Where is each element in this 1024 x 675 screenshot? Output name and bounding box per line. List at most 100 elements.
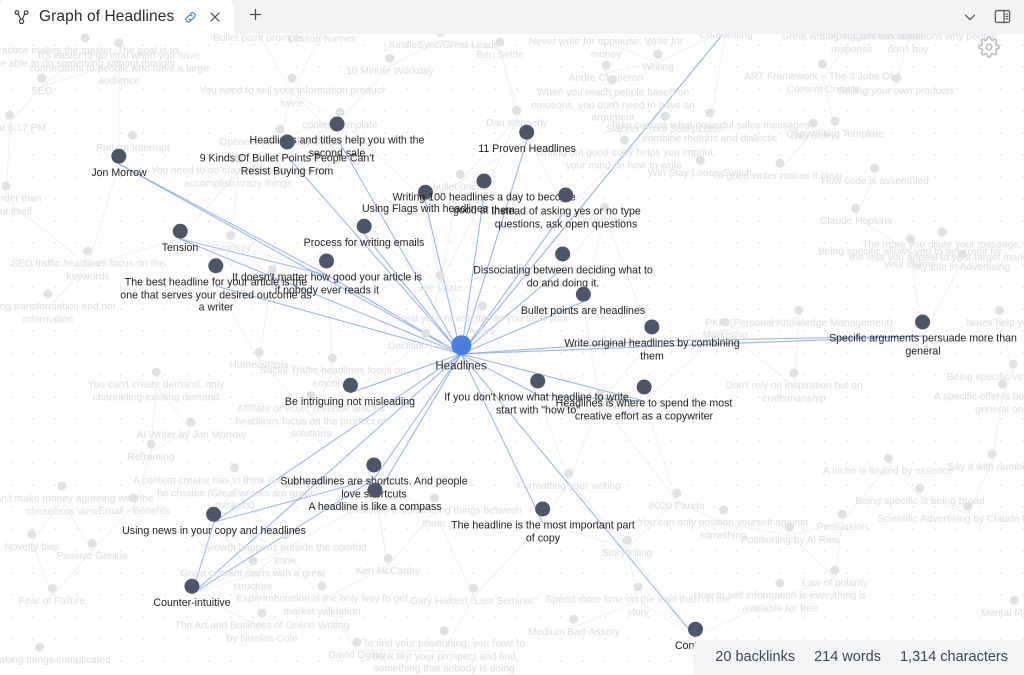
graph-node-background[interactable]: Novelty bias bbox=[4, 529, 60, 555]
graph-node[interactable]: Bullet points are headlines bbox=[521, 286, 645, 318]
node-dot[interactable] bbox=[818, 59, 828, 69]
node-dot[interactable] bbox=[530, 373, 546, 389]
tab-graph-of-headlines[interactable]: Graph of Headlines bbox=[0, 0, 235, 34]
node-dot[interactable] bbox=[383, 553, 393, 563]
graph-node[interactable]: Headlines is where to spend the most cre… bbox=[556, 379, 732, 423]
node-dot[interactable] bbox=[905, 234, 915, 244]
node-dot[interactable] bbox=[1008, 359, 1018, 369]
graph-node-background[interactable]: Passive Genius bbox=[57, 538, 127, 564]
graph-node[interactable]: Process for writing emails bbox=[304, 218, 424, 250]
graph-node-background[interactable]: Reframing bbox=[128, 439, 175, 465]
node-dot[interactable] bbox=[146, 439, 156, 449]
node-dot[interactable] bbox=[794, 305, 804, 315]
node-dot[interactable] bbox=[57, 481, 67, 491]
node-dot[interactable] bbox=[808, 118, 818, 128]
graph-node-background[interactable]: AI Writer by Jon Morrow bbox=[136, 417, 246, 443]
node-dot[interactable] bbox=[883, 453, 893, 463]
graph-node-background[interactable]: Writing bbox=[642, 49, 674, 75]
graph-node-background[interactable]: Persuasion bbox=[817, 509, 867, 535]
node-dot[interactable] bbox=[575, 286, 591, 302]
node-dot[interactable] bbox=[1, 181, 11, 191]
graph-node-background[interactable]: My Life in Advertising bbox=[914, 249, 1010, 275]
graph-node[interactable]: Write original headlines by combining th… bbox=[564, 319, 740, 363]
graph-node-background[interactable]: Formatting your writing bbox=[517, 468, 621, 494]
node-dot[interactable] bbox=[957, 249, 967, 259]
graph-node-background[interactable]: A specific offer is better than a genera… bbox=[934, 379, 1024, 417]
graph-node-background[interactable]: Ben Settle bbox=[476, 37, 524, 63]
node-dot[interactable] bbox=[248, 556, 258, 566]
graph-node-hub-headlines[interactable]: Headlines bbox=[435, 335, 487, 373]
graph-canvas[interactable]: Bullet point prompts Lesson Names _KindleS… bbox=[0, 34, 1024, 675]
node-dot[interactable] bbox=[653, 49, 663, 59]
graph-node-background[interactable]: How code is assembled bbox=[821, 163, 929, 189]
node-dot[interactable] bbox=[184, 578, 200, 594]
graph-node[interactable]: 9 Kinds Of Bullet Points People Can't Re… bbox=[200, 134, 374, 178]
node-dot[interactable] bbox=[329, 116, 345, 132]
right-sidebar-icon[interactable] bbox=[993, 7, 1012, 26]
node-dot[interactable] bbox=[230, 463, 240, 473]
gear-icon[interactable] bbox=[978, 36, 1000, 58]
node-dot[interactable] bbox=[451, 335, 471, 356]
node-dot[interactable] bbox=[279, 134, 295, 150]
node-dot[interactable] bbox=[111, 148, 127, 164]
node-dot[interactable] bbox=[644, 319, 660, 335]
graph-node[interactable]: Using news in your copy and headlines bbox=[122, 506, 306, 538]
graph-node[interactable]: Tension bbox=[162, 223, 198, 255]
chevron-down-icon[interactable] bbox=[961, 8, 979, 26]
node-dot[interactable] bbox=[352, 637, 362, 647]
node-dot[interactable] bbox=[564, 468, 574, 478]
node-dot[interactable] bbox=[519, 124, 535, 140]
node-dot[interactable] bbox=[172, 223, 188, 239]
node-dot[interactable] bbox=[328, 353, 338, 363]
node-dot[interactable] bbox=[335, 107, 345, 117]
graph-node-background[interactable]: Selling transformation and not informati… bbox=[0, 289, 116, 327]
node-dot[interactable] bbox=[987, 449, 997, 459]
node-dot[interactable] bbox=[226, 230, 236, 240]
node-dot[interactable] bbox=[870, 163, 880, 173]
node-dot[interactable] bbox=[891, 73, 901, 83]
node-dot[interactable] bbox=[27, 529, 37, 539]
node-dot[interactable] bbox=[789, 368, 799, 378]
node-dot[interactable] bbox=[47, 583, 57, 593]
graph-node-background[interactable]: You can't create demand, only channeling… bbox=[88, 367, 224, 405]
node-dot[interactable] bbox=[1009, 595, 1019, 605]
graph-node-background[interactable]: Ken McCarthy bbox=[356, 553, 420, 579]
node-dot[interactable] bbox=[128, 130, 138, 140]
graph-node[interactable]: Instead of asking yes or no type questio… bbox=[491, 187, 641, 231]
node-dot[interactable] bbox=[775, 578, 785, 588]
graph-node-background[interactable]: ...23 at 6:17 PM bbox=[0, 110, 46, 136]
new-tab-button[interactable] bbox=[234, 0, 276, 34]
node-dot[interactable] bbox=[435, 270, 445, 280]
node-dot[interactable] bbox=[601, 60, 611, 70]
graph-node-background[interactable]: Claude Hopkins bbox=[820, 203, 892, 229]
node-dot[interactable] bbox=[436, 34, 446, 37]
node-dot[interactable] bbox=[469, 583, 479, 593]
node-dot[interactable] bbox=[421, 328, 431, 338]
node-dot[interactable] bbox=[257, 608, 267, 618]
graph-node-background[interactable]: SEO bbox=[31, 73, 53, 99]
link-icon[interactable] bbox=[183, 10, 198, 25]
close-icon[interactable] bbox=[207, 9, 223, 25]
graph-node[interactable]: The best headline for your article is th… bbox=[120, 258, 312, 314]
node-dot[interactable] bbox=[997, 379, 1007, 389]
node-dot[interactable] bbox=[367, 482, 383, 498]
node-dot[interactable] bbox=[963, 501, 973, 511]
graph-node-background[interactable]: 5 Most Common objections why people don'… bbox=[819, 34, 997, 57]
graph-node[interactable]: A headline is like a compass bbox=[308, 482, 442, 514]
graph-node-background[interactable]: The Art and Business of Online Writing b… bbox=[175, 608, 349, 646]
node-dot[interactable] bbox=[37, 73, 47, 83]
node-dot[interactable] bbox=[718, 505, 728, 515]
node-dot[interactable] bbox=[129, 493, 139, 503]
node-dot[interactable] bbox=[206, 506, 222, 522]
graph-node-background[interactable]: Say it with numbers bbox=[948, 449, 1024, 475]
node-dot[interactable] bbox=[569, 614, 579, 624]
node-dot[interactable] bbox=[512, 105, 522, 115]
node-dot[interactable] bbox=[633, 582, 643, 592]
node-dot[interactable] bbox=[830, 565, 840, 575]
node-dot[interactable] bbox=[915, 314, 931, 330]
node-dot[interactable] bbox=[785, 522, 795, 532]
node-dot[interactable] bbox=[687, 621, 703, 637]
graph-node-background[interactable]: Selling your own products bbox=[838, 73, 954, 99]
graph-node-background[interactable]: Day Story bbox=[791, 118, 835, 144]
graph-node[interactable]: Specific arguments persuade more than ge… bbox=[829, 314, 1017, 358]
